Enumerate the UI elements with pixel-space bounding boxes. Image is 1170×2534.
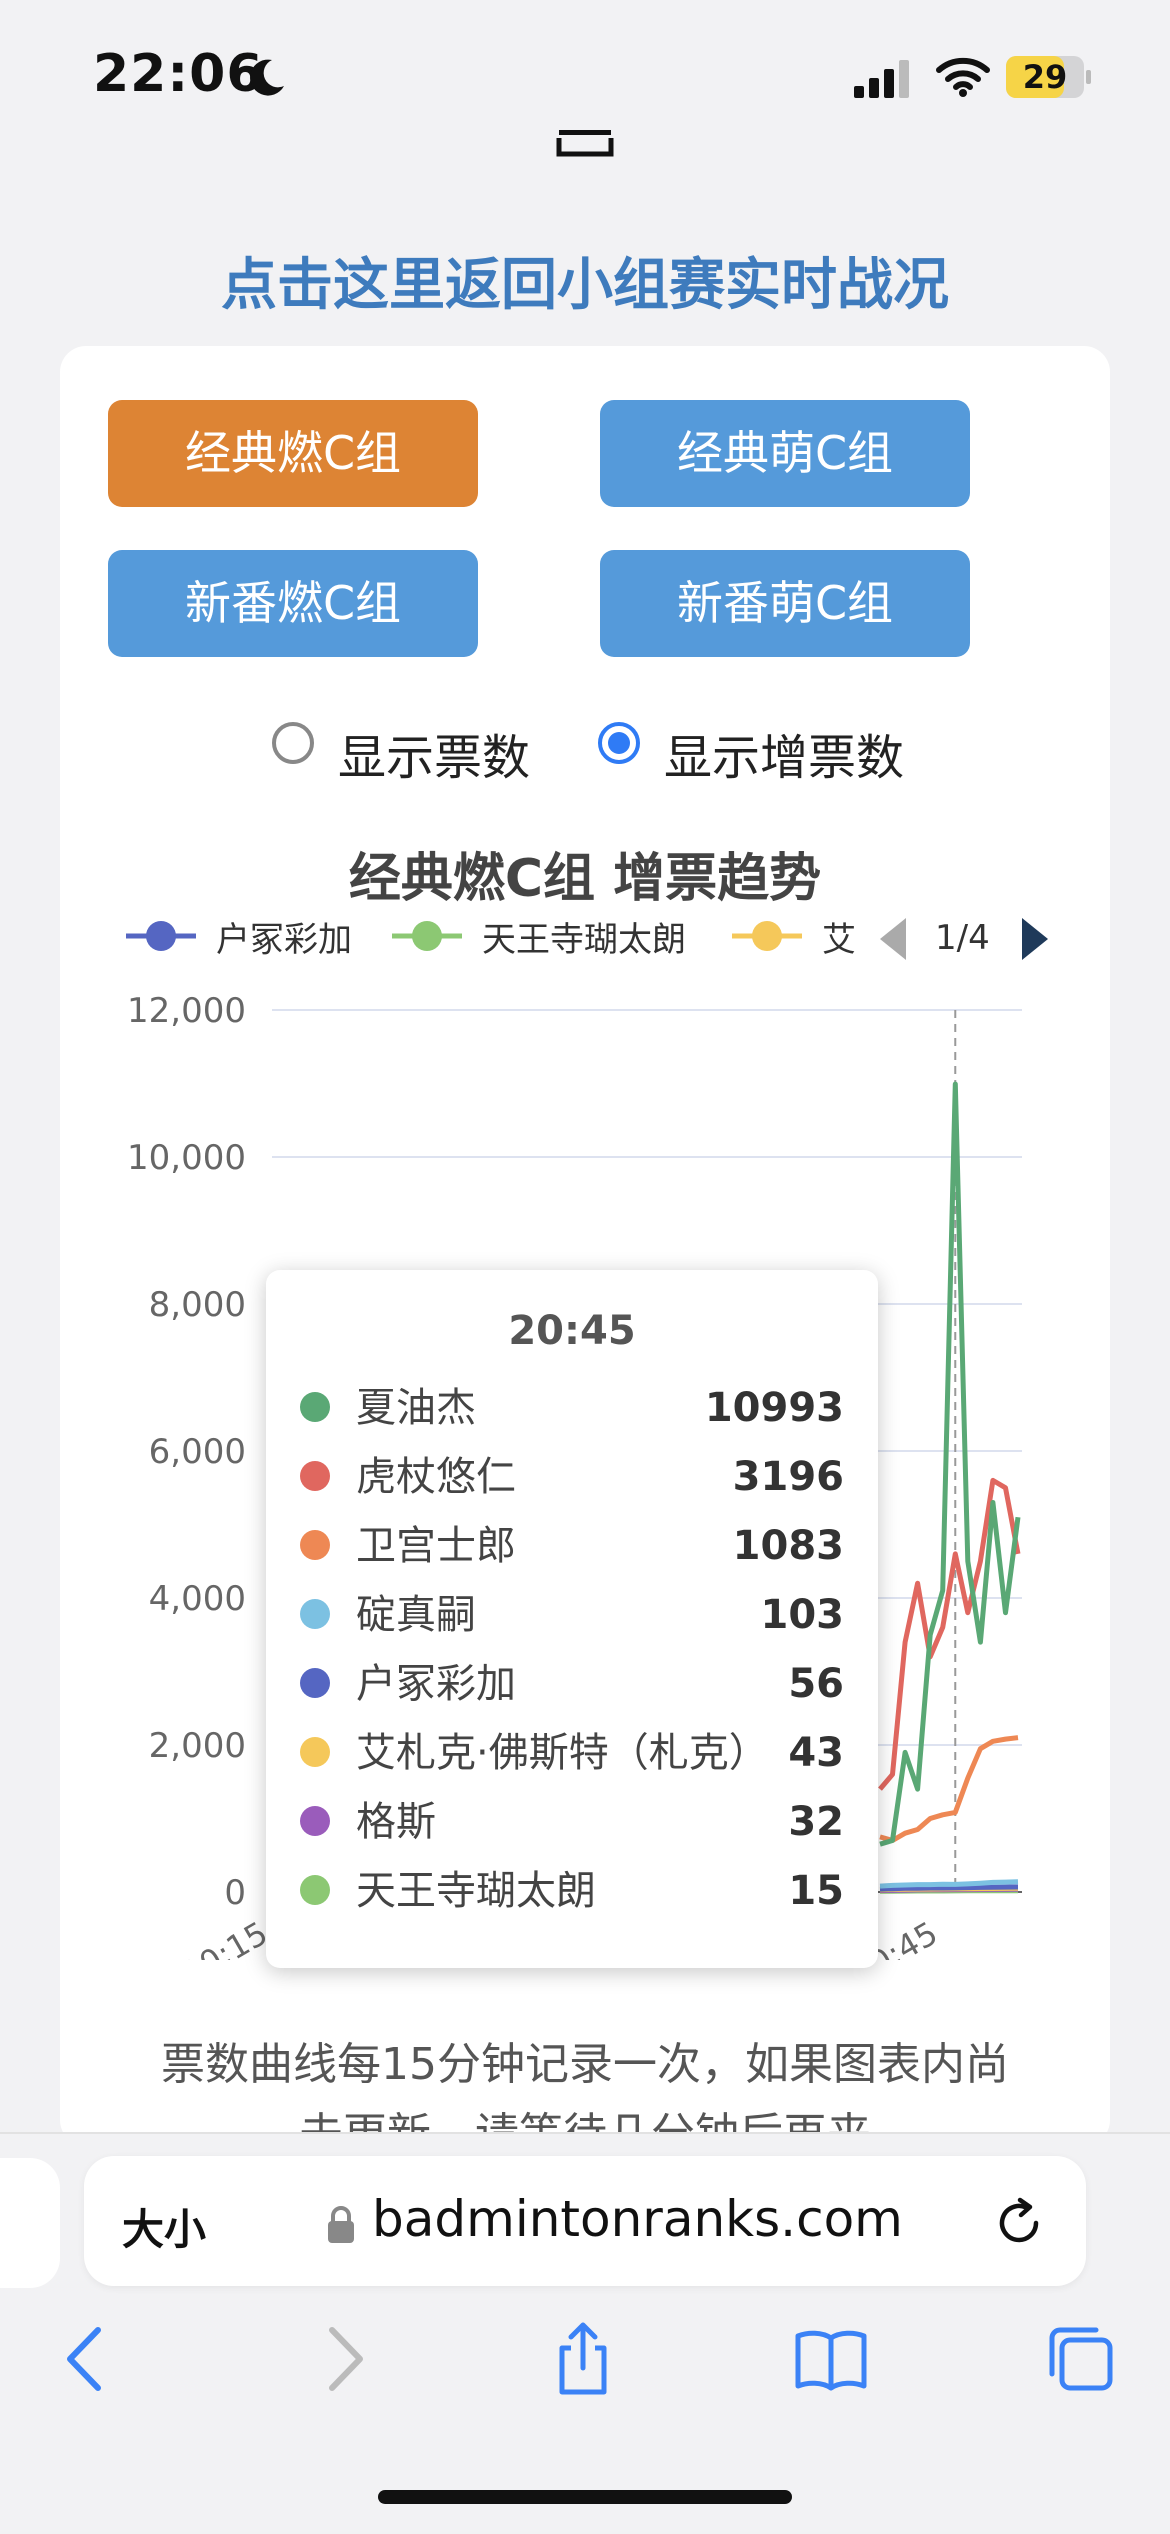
status-time: 22:06 [93,44,264,104]
legend-label: 艾 [822,920,856,960]
tooltip-series-value: 56 [788,1661,844,1707]
y-tick-label: 6,000 [149,1432,246,1472]
tooltip-series-name: 格斯 [356,1799,436,1845]
tooltip-row: 虎杖悠仁 3196 [266,1447,878,1507]
series-dot-icon [300,1392,330,1422]
group-button-classic-burn-c[interactable]: 经典燃C组 [108,400,478,507]
tooltip-row: 卫宫士郎 1083 [266,1516,878,1576]
series-dot-icon [300,1530,330,1560]
legend-prev-icon[interactable] [876,916,910,962]
wifi-icon [936,57,990,97]
series-dot-icon [300,1737,330,1767]
share-icon[interactable] [546,2322,620,2396]
tooltip-series-name: 虎杖悠仁 [356,1454,516,1500]
group-button-new-burn-c[interactable]: 新番燃C组 [108,550,478,657]
back-to-group-stage-link[interactable]: 点击这里返回小组赛实时战况 [0,240,1170,321]
chart-tooltip: 20:45 夏油杰 10993 虎杖悠仁 3196 卫宫士郎 1083 碇真嗣 103 户冢彩加… [266,1270,878,1968]
tooltip-series-name: 艾札克·佛斯特（札克） [356,1730,769,1776]
radio-label-show-vote-increase: 显示增票数 [664,730,905,786]
legend-item-2[interactable]: 艾 [732,912,862,972]
legend-swatch-icon [732,921,802,951]
group-button-classic-moe-c[interactable]: 经典萌C组 [600,400,970,507]
tooltip-series-value: 103 [760,1592,845,1638]
y-tick-label: 4,000 [149,1579,246,1619]
y-tick-label: 8,000 [149,1285,246,1325]
legend-page-indicator: 1/4 [935,918,990,958]
home-indicator [378,2490,792,2504]
lock-icon [328,2206,354,2243]
legend-swatch-icon [126,921,196,951]
tooltip-series-value: 1083 [732,1523,844,1569]
series-line [879,1081,1021,1847]
y-tick-label: 2,000 [149,1726,246,1766]
y-tick-label: 0 [224,1873,246,1913]
back-icon[interactable] [52,2322,126,2396]
tooltip-row: 天王寺瑚太朗 15 [266,1861,878,1921]
battery-level: 29 [1022,58,1068,96]
tooltip-row: 格斯 32 [266,1792,878,1852]
tooltip-series-value: 10993 [704,1385,844,1431]
url-text[interactable]: badmintonranks.com [372,2190,903,2248]
tooltip-time: 20:45 [508,1308,636,1354]
forward-icon[interactable] [304,2322,378,2396]
radio-show-vote-increase[interactable]: 显示增票数 [598,718,938,786]
tooltip-series-value: 43 [788,1730,844,1776]
y-tick-label: 10,000 [127,1138,246,1178]
moon-icon [250,59,284,96]
footnote-line-1: 票数曲线每15分钟记录一次，如果图表内尚 [161,2039,1009,2090]
partial-icon [556,130,614,157]
cellular-signal-icon [854,60,909,98]
tooltip-series-name: 碇真嗣 [356,1592,476,1638]
tooltip-series-value: 15 [788,1868,844,1914]
tooltip-series-name: 户冢彩加 [356,1661,516,1707]
series-dot-icon [300,1461,330,1491]
tooltip-series-name: 卫宫士郎 [356,1523,516,1569]
previous-tab-preview[interactable] [0,2158,60,2288]
series-dot-icon [300,1668,330,1698]
series-dot-icon [300,1599,330,1629]
legend-item-1[interactable]: 天王寺瑚太朗 [392,912,712,972]
tooltip-series-name: 夏油杰 [356,1385,476,1431]
radio-label-show-votes: 显示票数 [338,730,531,786]
legend-item-0[interactable]: 户冢彩加 [126,912,386,972]
tooltip-row: 艾札克·佛斯特（札克） 43 [266,1723,878,1783]
legend-next-icon[interactable] [1018,916,1052,962]
y-tick-label: 12,000 [127,991,246,1031]
legend-swatch-icon [392,921,462,951]
tooltip-row: 夏油杰 10993 [266,1378,878,1438]
battery-icon: 29 [1006,56,1092,98]
legend-label: 天王寺瑚太朗 [482,920,686,960]
page-size-button[interactable]: 大小 [122,2196,206,2257]
tooltip-row: 碇真嗣 103 [266,1585,878,1645]
bookmarks-icon[interactable] [794,2322,868,2396]
series-dot-icon [300,1806,330,1836]
radio-button-unchecked[interactable] [272,722,314,764]
legend-label: 户冢彩加 [216,920,352,960]
tooltip-row: 户冢彩加 56 [266,1654,878,1714]
tabs-icon[interactable] [1042,2322,1116,2396]
tooltip-series-value: 3196 [732,1454,844,1500]
tooltip-series-value: 32 [788,1799,844,1845]
chart-title: 经典燃C组 增票趋势 [348,849,822,909]
tooltip-series-name: 天王寺瑚太朗 [356,1868,596,1914]
radio-show-votes[interactable]: 显示票数 [272,718,572,786]
series-dot-icon [300,1875,330,1905]
reload-icon[interactable] [992,2196,1046,2250]
radio-button-checked[interactable] [598,722,640,764]
x-tick-label: 10:15 [175,1914,274,1960]
group-button-new-moe-c[interactable]: 新番萌C组 [600,550,970,657]
